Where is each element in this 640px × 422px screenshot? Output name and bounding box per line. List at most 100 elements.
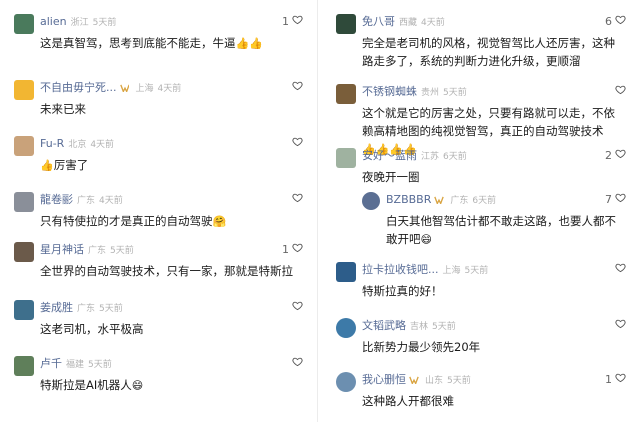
comment-meta: 不锈钢蜘蛛 贵州 5天前 <box>362 84 467 100</box>
like-button[interactable]: 7 <box>605 192 626 208</box>
username-link[interactable]: 我心删恒 <box>362 373 406 386</box>
username-link[interactable]: Fu-R <box>40 137 64 150</box>
like-count: 1 <box>605 373 612 386</box>
like-button[interactable]: 1 <box>282 242 303 258</box>
like-button[interactable] <box>289 356 303 372</box>
vip-badge-icon <box>119 81 130 93</box>
like-count: 1 <box>282 243 289 256</box>
heart-icon[interactable] <box>615 318 626 334</box>
timestamp: 5天前 <box>99 304 123 314</box>
like-button[interactable] <box>289 136 303 152</box>
like-button[interactable] <box>612 84 626 100</box>
comment-meta: 星月神话 广东 5天前 <box>40 242 134 258</box>
like-button[interactable] <box>289 80 303 96</box>
comment-text: 这是真智驾，思考到底能不能走，牛逼👍👍 <box>40 34 303 52</box>
comment-item: 卢千 福建 5天前 特斯拉是AI机器人😄 <box>0 356 317 406</box>
username-link[interactable]: 姜成胜 <box>40 301 73 314</box>
comment-item: Fu-R 北京 4天前 👍厉害了 <box>0 136 317 186</box>
avatar[interactable] <box>336 148 356 168</box>
like-button[interactable]: 6 <box>605 14 626 30</box>
comment-item: 龍卷彨 广东 4天前 只有特使拉的才是真正的自动驾驶🤗 <box>0 192 317 242</box>
username-link[interactable]: 安好～蓝雨 <box>362 149 417 162</box>
avatar[interactable] <box>336 84 356 104</box>
heart-icon[interactable] <box>292 300 303 316</box>
location-label: 广东 <box>450 196 469 206</box>
username-link[interactable]: alien <box>40 15 67 28</box>
avatar[interactable] <box>14 14 34 34</box>
like-count: 1 <box>282 15 289 28</box>
comment-text: 白天其他智驾估计都不敢走这路，也要人都不敢开吧😄 <box>386 212 626 248</box>
username-link[interactable]: 免八哥 <box>362 15 395 28</box>
username-link[interactable]: 龍卷彨 <box>40 193 73 206</box>
heart-icon[interactable] <box>292 192 303 208</box>
heart-icon[interactable] <box>615 84 626 100</box>
like-button[interactable]: 1 <box>282 14 303 30</box>
heart-icon[interactable] <box>615 192 626 208</box>
timestamp: 5天前 <box>443 88 467 98</box>
location-label: 上海 <box>442 266 461 276</box>
username-link[interactable]: 星月神话 <box>40 243 84 256</box>
location-label: 江苏 <box>421 152 440 162</box>
left-comment-column: alien 浙江 5天前 1 这是真智驾，思考到底能不能走，牛逼👍👍 不自由毋宁死... 上… <box>0 0 318 422</box>
heart-icon[interactable] <box>292 242 303 258</box>
avatar[interactable] <box>336 262 356 282</box>
username-link[interactable]: 不自由毋宁死... <box>40 81 117 94</box>
heart-icon[interactable] <box>615 148 626 164</box>
like-button[interactable]: 1 <box>605 372 626 388</box>
heart-icon[interactable] <box>615 14 626 30</box>
avatar[interactable] <box>362 192 380 210</box>
location-label: 广东 <box>77 196 96 206</box>
location-label: 浙江 <box>70 18 89 28</box>
heart-icon[interactable] <box>292 14 303 30</box>
heart-icon[interactable] <box>292 80 303 96</box>
comment-item: alien 浙江 5天前 1 这是真智驾，思考到底能不能走，牛逼👍👍 <box>0 14 317 64</box>
timestamp: 5天前 <box>464 266 489 276</box>
comment-body: 这个就是它的厉害之处，只要有路就可以走，不依赖高精地图的纯视觉智驾，真正的自动驾… <box>362 106 615 138</box>
like-count: 6 <box>605 15 612 28</box>
comment-body: 未来已来 <box>40 102 86 116</box>
timestamp: 5天前 <box>432 322 456 332</box>
heart-icon[interactable] <box>292 356 303 372</box>
comment-meta: 免八哥 西藏 4天前 <box>362 14 445 30</box>
username-link[interactable]: BZBBBR <box>386 193 431 206</box>
like-button[interactable] <box>612 262 626 278</box>
like-button[interactable] <box>289 300 303 316</box>
avatar[interactable] <box>336 14 356 34</box>
username-link[interactable]: 卢千 <box>40 357 62 370</box>
heart-icon[interactable] <box>292 136 303 152</box>
comment-meta: 我心删恒 山东 5天前 <box>362 372 471 388</box>
avatar[interactable] <box>14 356 34 376</box>
comment-item: 免八哥 西藏 4天前 6 完全是老司机的风格，视觉智驾比人还厉害，这种路走多了，系统的判… <box>322 14 640 68</box>
avatar[interactable] <box>14 80 34 100</box>
comment-body: 只有特使拉的才是真正的自动驾驶 <box>40 214 213 228</box>
comment-meta: 拉卡拉收钱吧... 上海 5天前 <box>362 262 488 278</box>
avatar[interactable] <box>14 242 34 262</box>
comment-item: 不自由毋宁死... 上海 4天前 未来已来 <box>0 80 317 130</box>
avatar[interactable] <box>336 372 356 392</box>
comment-item: 我心删恒 山东 5天前 1 这种路人开都很难 <box>322 372 640 422</box>
timestamp: 4天前 <box>421 18 445 28</box>
vip-badge-icon <box>434 193 445 205</box>
heart-icon[interactable] <box>615 262 626 278</box>
like-button[interactable] <box>612 318 626 334</box>
comment-text: 👍厉害了 <box>40 156 303 174</box>
avatar[interactable] <box>14 192 34 212</box>
comment-text: 只有特使拉的才是真正的自动驾驶🤗 <box>40 212 303 230</box>
emoji-icon: 😄 <box>131 379 144 392</box>
timestamp: 5天前 <box>110 246 134 256</box>
avatar[interactable] <box>14 300 34 320</box>
emoji-icon: 👍👍 <box>235 37 263 50</box>
comment-item: 星月神话 广东 5天前 1 全世界的自动驾驶技术，只有一家，那就是特斯拉 <box>0 242 317 292</box>
timestamp: 5天前 <box>447 376 471 386</box>
heart-icon[interactable] <box>615 372 626 388</box>
username-link[interactable]: 不锈钢蜘蛛 <box>362 85 417 98</box>
like-button[interactable]: 2 <box>605 148 626 164</box>
like-button[interactable] <box>289 192 303 208</box>
username-link[interactable]: 拉卡拉收钱吧... <box>362 263 439 276</box>
timestamp: 6天前 <box>443 152 467 162</box>
avatar[interactable] <box>336 318 356 338</box>
timestamp: 5天前 <box>92 18 117 28</box>
avatar[interactable] <box>14 136 34 156</box>
emoji-icon: 🤗 <box>212 215 227 228</box>
username-link[interactable]: 文韬武略 <box>362 319 406 332</box>
